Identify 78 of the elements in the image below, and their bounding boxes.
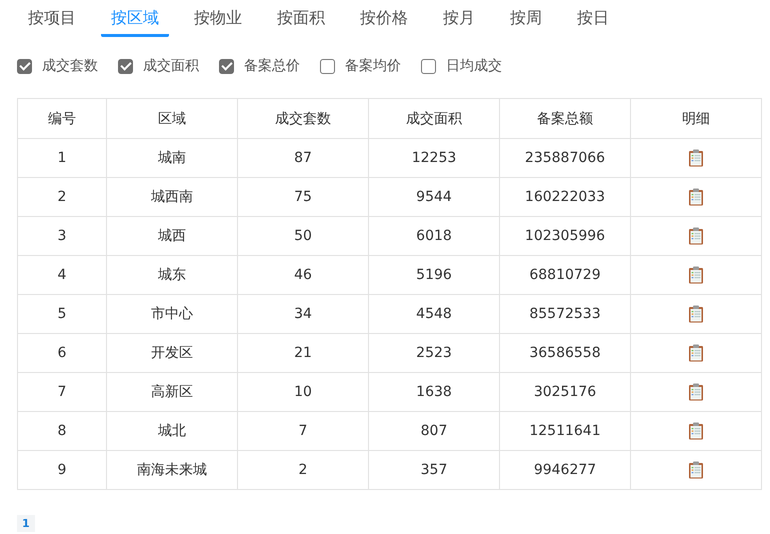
table-cell: 34: [238, 294, 368, 334]
table-cell: 75: [238, 178, 368, 216]
checkbox-label: 成交套数: [42, 57, 98, 75]
table-cell: 南海未来城: [106, 450, 238, 490]
table-cell: 21: [238, 334, 368, 372]
table-cell: 城西: [106, 216, 238, 256]
table-cell: 5: [18, 294, 106, 334]
table-cell: 50: [238, 216, 368, 256]
tab[interactable]: 按日: [577, 4, 609, 37]
table-cell: 1638: [368, 372, 500, 412]
column-header: 编号: [18, 98, 106, 138]
table-cell: 城北: [106, 412, 238, 450]
table-cell: 2: [18, 178, 106, 216]
tab[interactable]: 按月: [443, 4, 475, 37]
tab[interactable]: 按价格: [360, 4, 408, 37]
table-cell: 87: [238, 138, 368, 178]
checkbox[interactable]: [118, 58, 133, 74]
clipboard-icon[interactable]: [688, 422, 704, 440]
table-cell: 160222033: [500, 178, 630, 216]
table-cell: 7: [18, 372, 106, 412]
table-cell: 85572533: [500, 294, 630, 334]
tab[interactable]: 按面积: [277, 4, 325, 37]
table-cell: 城东: [106, 256, 238, 294]
clipboard-icon[interactable]: [688, 227, 704, 245]
table-cell: 市中心: [106, 294, 238, 334]
table-cell: 8: [18, 412, 106, 450]
checkbox-label: 日均成交: [446, 57, 502, 75]
table-cell: 7: [238, 412, 368, 450]
clipboard-icon[interactable]: [688, 344, 704, 362]
table-cell: 102305996: [500, 216, 630, 256]
table-cell: 235887066: [500, 138, 630, 178]
table-cell: 357: [368, 450, 500, 490]
column-header: 区域: [106, 98, 238, 138]
table-cell: 4: [18, 256, 106, 294]
table-cell: 3: [18, 216, 106, 256]
clipboard-icon[interactable]: [688, 149, 704, 167]
table-cell: 城西南: [106, 178, 238, 216]
table-cell: 807: [368, 412, 500, 450]
table-cell: 12253: [368, 138, 500, 178]
table-cell: 9544: [368, 178, 500, 216]
checkbox[interactable]: [219, 58, 234, 74]
table-cell: 9946277: [500, 450, 630, 490]
table-cell: 10: [238, 372, 368, 412]
checkbox[interactable]: [320, 58, 335, 74]
table-cell: 开发区: [106, 334, 238, 372]
table-cell: 12511641: [500, 412, 630, 450]
table-cell: 5196: [368, 256, 500, 294]
clipboard-icon[interactable]: [688, 305, 704, 323]
table-cell: 4548: [368, 294, 500, 334]
table-cell: 城南: [106, 138, 238, 178]
table-cell: 46: [238, 256, 368, 294]
column-header: 成交套数: [238, 98, 368, 138]
tab[interactable]: 按项目: [28, 4, 76, 37]
column-header: 备案总额: [500, 98, 630, 138]
checkbox-label: 备案总价: [244, 57, 300, 75]
tab[interactable]: 按物业: [194, 4, 242, 37]
clipboard-icon[interactable]: [688, 266, 704, 284]
clipboard-icon[interactable]: [688, 461, 704, 479]
table-cell: 68810729: [500, 256, 630, 294]
clipboard-icon[interactable]: [688, 188, 704, 206]
checkbox-label: 成交面积: [143, 57, 199, 75]
table-cell: 2: [238, 450, 368, 490]
column-header: 明细: [630, 98, 762, 138]
table-cell: 1: [18, 138, 106, 178]
table-cell: 高新区: [106, 372, 238, 412]
table-cell: 36586558: [500, 334, 630, 372]
page-button[interactable]: 1: [17, 515, 35, 532]
table-cell: 2523: [368, 334, 500, 372]
checkbox[interactable]: [421, 58, 436, 74]
clipboard-icon[interactable]: [688, 383, 704, 401]
table-cell: 6: [18, 334, 106, 372]
table-cell: 3025176: [500, 372, 630, 412]
table-cell: 9: [18, 450, 106, 490]
checkbox-label: 备案均价: [345, 57, 401, 75]
checkbox[interactable]: [17, 58, 32, 74]
column-header: 成交面积: [368, 98, 500, 138]
table-cell: 6018: [368, 216, 500, 256]
tab[interactable]: 按周: [510, 4, 542, 37]
